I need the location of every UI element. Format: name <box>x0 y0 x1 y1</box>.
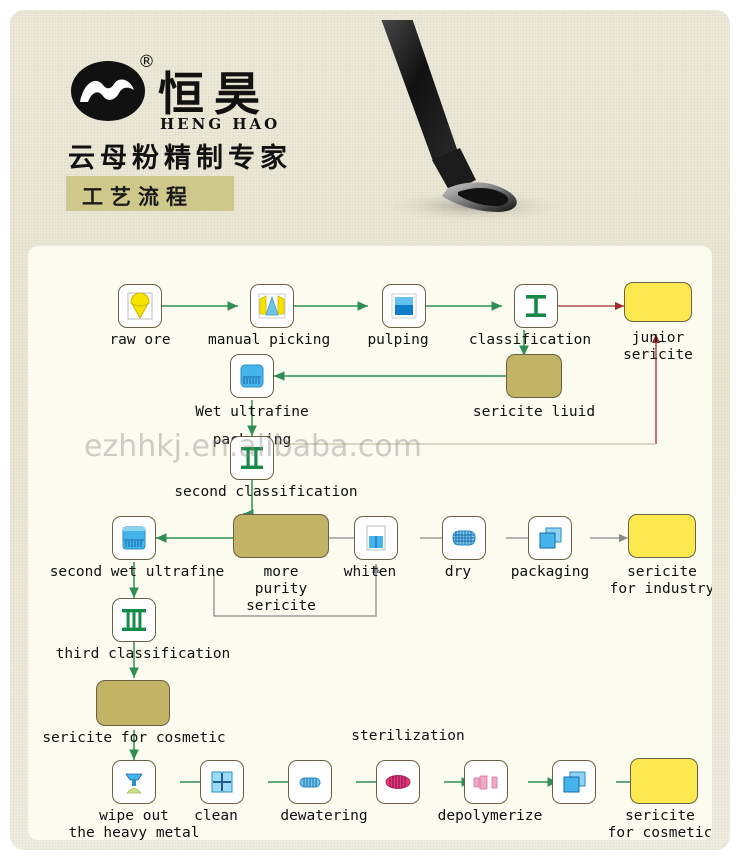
label-wet-ultrafine: Wet ultrafine <box>195 404 309 420</box>
node-wipe-out-heavy-metal[interactable] <box>112 760 156 804</box>
label-sericite-for-cosmetic: sericite for cosmetic <box>42 730 226 746</box>
section-title-chip: 工艺流程 <box>66 176 234 211</box>
stacked-boxes-icon <box>539 527 562 549</box>
node-more-purity-sericite[interactable] <box>233 514 329 558</box>
node-junior-sericite[interactable] <box>624 282 692 322</box>
label-second-wet-ultrafine: second wet ultrafine <box>49 564 225 580</box>
node-dry[interactable] <box>442 516 486 560</box>
label-manual-picking: manual picking <box>208 332 331 348</box>
label-raw-ore: raw ore <box>109 332 171 348</box>
brand-tagline-cn: 云母粉精制专家 <box>68 143 292 174</box>
label-whiten: whiten <box>343 564 397 580</box>
node-dewatering[interactable] <box>288 760 332 804</box>
label-packaging-2: packaging <box>510 564 590 580</box>
label-pulping: pulping <box>367 332 429 348</box>
label-third-classification: third classification <box>55 646 231 662</box>
label-clean: clean <box>194 808 238 824</box>
node-packaging-2[interactable] <box>528 516 572 560</box>
hand-sorting-icon <box>258 293 286 319</box>
stacked-boxes-icon <box>563 771 586 793</box>
magnet-separator-icon <box>125 773 143 794</box>
yellow-fan-ore-icon <box>127 292 153 320</box>
ink-brush-icon <box>378 20 570 223</box>
node-sericite-for-cosmetic[interactable] <box>96 680 170 726</box>
textured-panel: ® 恒昊 HENG HAO 云母粉精制专家 工艺流程 raw ore manua… <box>10 10 730 850</box>
node-third-classification[interactable] <box>112 598 156 642</box>
node-depolymerize[interactable] <box>464 760 508 804</box>
flow-diagram-image: ® 恒昊 HENG HAO 云母粉精制专家 工艺流程 raw ore manua… <box>0 0 740 860</box>
label-second-classification: second classification <box>174 484 358 500</box>
wash-tank-icon <box>211 771 233 793</box>
beaker-icon <box>366 525 386 551</box>
node-pulping[interactable] <box>382 284 426 328</box>
node-sterilization[interactable] <box>376 760 420 804</box>
label-sericite-for-cosmetic-final: sericite for cosmetic <box>607 808 712 840</box>
blue-grinder-icon <box>122 526 146 550</box>
pink-sterilizer-icon <box>385 775 411 789</box>
roman-numeral-three-icon <box>122 609 146 631</box>
node-classification[interactable] <box>514 284 558 328</box>
label-sericite-for-industry: sericite for industry <box>609 564 712 597</box>
pink-depolymerizer-icon <box>473 775 498 790</box>
node-whiten[interactable] <box>354 516 398 560</box>
node-second-wet-ultrafine[interactable] <box>112 516 156 560</box>
node-clean[interactable] <box>200 760 244 804</box>
hh-logo-icon <box>71 61 145 121</box>
node-packaging-3[interactable] <box>552 760 596 804</box>
node-manual-picking[interactable] <box>250 284 294 328</box>
registered-mark: ® <box>138 52 155 72</box>
section-title-text: 工艺流程 <box>82 185 194 209</box>
watermark: ezhhkj.en.alibaba.com <box>84 429 422 464</box>
label-depolymerize: depolymerize <box>437 808 543 824</box>
label-dry: dry <box>444 564 472 580</box>
node-sericite-liuid[interactable] <box>506 354 562 398</box>
label-sericite-liuid: sericite liuid <box>472 404 596 420</box>
roman-numeral-one-icon <box>526 295 546 317</box>
node-sericite-for-cosmetic-final[interactable] <box>630 758 698 804</box>
node-raw-ore[interactable] <box>118 284 162 328</box>
node-sericite-for-industry[interactable] <box>628 514 696 558</box>
label-sterilization: sterilization <box>351 728 465 744</box>
label-dewatering: dewatering <box>280 808 368 824</box>
label-junior-sericite: junior sericite <box>623 330 693 363</box>
process-flow-canvas: raw ore manual picking pulping classific… <box>28 246 712 840</box>
brand-header: ® 恒昊 HENG HAO 云母粉精制专家 工艺流程 <box>10 10 730 240</box>
blue-grinder-icon <box>240 364 264 388</box>
blue-tank-icon <box>391 293 417 319</box>
blue-filter-icon <box>299 777 321 788</box>
node-wet-ultrafine[interactable] <box>230 354 274 398</box>
label-more-purity-sericite: more purity sericite <box>246 564 316 614</box>
label-classification: classification <box>468 332 592 348</box>
mesh-dryer-icon <box>452 530 476 546</box>
